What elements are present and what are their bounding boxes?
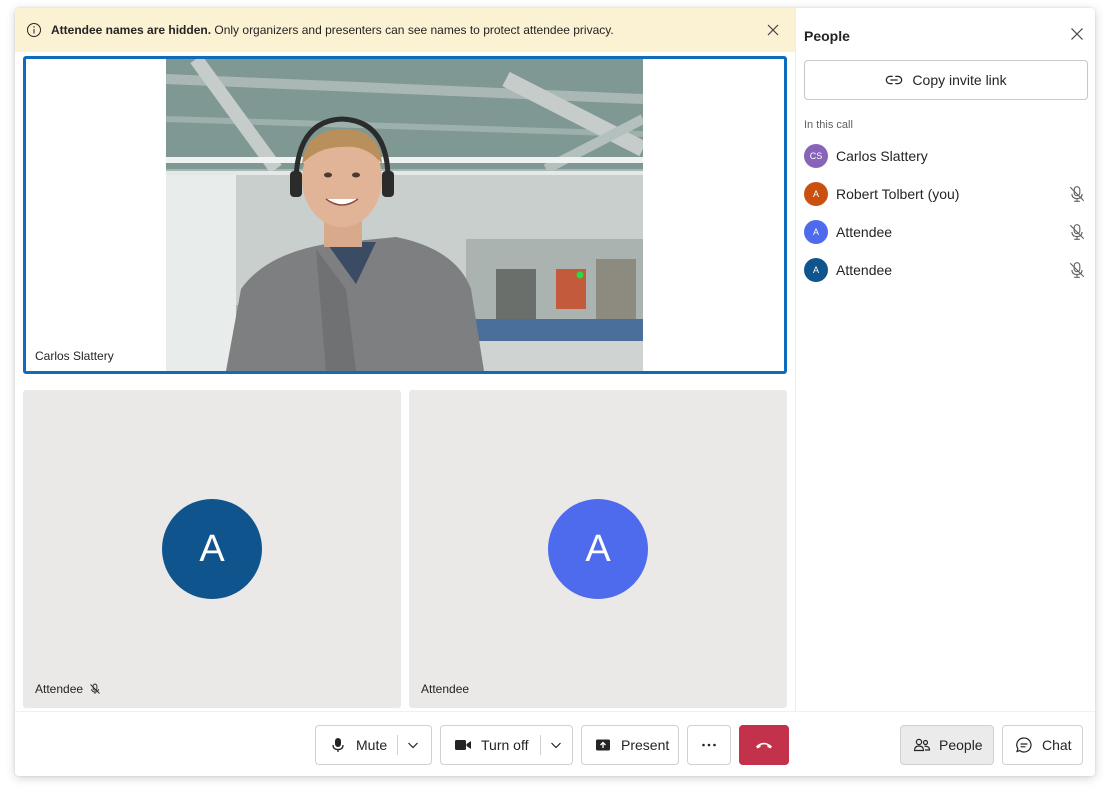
attendee-tile-name: Attendee — [35, 682, 101, 696]
attendee-avatar: A — [548, 499, 648, 599]
banner-text: Only organizers and presenters can see n… — [211, 23, 614, 37]
copy-invite-link-label: Copy invite link — [912, 72, 1007, 88]
people-button[interactable]: People — [900, 725, 994, 765]
participant-name: Attendee — [836, 224, 893, 240]
call-controls-bar: Mute Turn off Present People Chat — [15, 711, 1095, 776]
main-video-tile[interactable]: Carlos Slattery — [23, 56, 787, 374]
video-frame-illustration — [166, 59, 643, 371]
banner-bold-text: Attendee names are hidden. — [51, 23, 212, 37]
camera-toggle-button[interactable]: Turn off — [441, 726, 540, 764]
attendee-name: Attendee — [421, 682, 470, 696]
camera-split-button: Turn off — [440, 725, 573, 765]
mic-off-icon — [90, 683, 100, 694]
more-actions-button[interactable] — [687, 725, 731, 765]
main-video-name: Carlos Slattery — [35, 349, 114, 363]
attendee-name: Attendee — [35, 682, 84, 696]
video-options-dropdown[interactable] — [541, 726, 571, 764]
chevron-down-icon — [408, 742, 419, 749]
audio-options-dropdown[interactable] — [398, 726, 428, 764]
close-icon[interactable] — [765, 22, 781, 38]
present-label: Present — [621, 737, 670, 753]
chat-icon — [1016, 737, 1032, 753]
avatar: A — [804, 182, 828, 206]
attendee-tile[interactable]: A Attendee — [23, 390, 401, 708]
participant-video — [166, 59, 643, 371]
attendee-tile[interactable]: A Attendee — [409, 390, 787, 708]
more-horizontal-icon — [702, 743, 716, 747]
people-label: People — [939, 737, 983, 753]
close-icon[interactable] — [1069, 26, 1085, 42]
avatar-initial: A — [199, 527, 225, 570]
meeting-window: Attendee names are hidden. Only organize… — [15, 8, 1095, 776]
present-button[interactable]: Present — [581, 725, 679, 765]
mic-off-icon — [1069, 186, 1085, 202]
camera-label: Turn off — [481, 737, 529, 753]
avatar: A — [804, 220, 828, 244]
microphone-icon — [332, 738, 344, 752]
mute-split-button: Mute — [315, 725, 432, 765]
mic-off-icon — [1069, 262, 1085, 278]
video-stage: Carlos Slattery A Attendee A Attendee — [15, 52, 795, 711]
avatar-initials: CS — [809, 151, 823, 161]
avatar-initials: A — [812, 265, 819, 275]
copy-invite-link-button[interactable]: Copy invite link — [804, 60, 1088, 100]
people-pane: People Copy invite link In this call CS … — [795, 8, 1095, 711]
video-camera-icon — [455, 740, 471, 750]
info-icon — [27, 23, 41, 37]
participant-name: Attendee — [836, 262, 893, 278]
participant-row[interactable]: A Attendee — [804, 254, 1088, 286]
participant-name: Carlos Slattery — [836, 148, 928, 164]
people-pane-title: People — [804, 28, 850, 44]
mute-button[interactable]: Mute — [316, 726, 397, 764]
chevron-down-icon — [551, 742, 562, 749]
chat-button[interactable]: Chat — [1002, 725, 1083, 765]
privacy-banner: Attendee names are hidden. Only organize… — [15, 8, 795, 52]
chat-label: Chat — [1042, 737, 1072, 753]
participant-row[interactable]: A Attendee — [804, 216, 1088, 248]
share-screen-icon — [596, 739, 610, 751]
attendee-tile-name: Attendee — [421, 682, 469, 696]
in-call-section-label: In this call — [804, 119, 853, 131]
leave-call-button[interactable] — [739, 725, 789, 765]
avatar-initial: A — [585, 527, 611, 570]
mute-label: Mute — [356, 737, 388, 753]
avatar: A — [804, 258, 828, 282]
link-icon — [886, 75, 903, 85]
avatar: CS — [804, 144, 828, 168]
mic-off-icon — [1069, 224, 1085, 240]
participant-row[interactable]: CS Carlos Slattery — [804, 140, 1088, 172]
avatar-initials: A — [812, 227, 819, 237]
people-icon — [913, 738, 931, 752]
avatar-initials: A — [812, 189, 819, 199]
attendee-avatar: A — [162, 499, 262, 599]
participant-name: Robert Tolbert (you) — [836, 186, 960, 202]
participant-row[interactable]: A Robert Tolbert (you) — [804, 178, 1088, 210]
hang-up-icon — [756, 742, 772, 749]
